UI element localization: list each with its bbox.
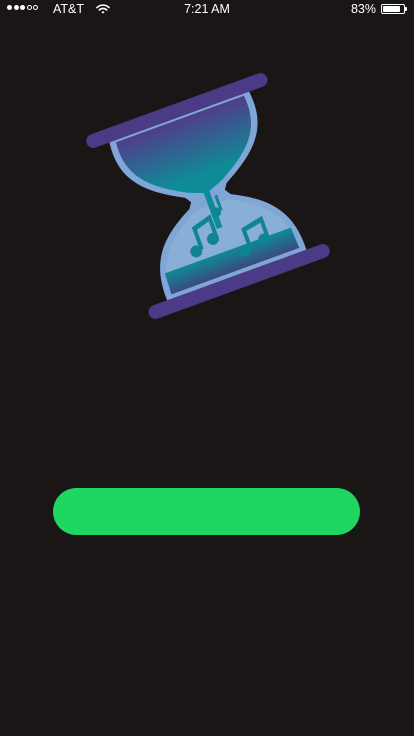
battery-icon <box>381 4 405 14</box>
battery-percentage: 83% <box>350 2 376 16</box>
hourglass-music-notes-icon <box>86 58 330 334</box>
battery-level-fill <box>383 6 400 12</box>
battery-tip <box>405 7 407 11</box>
primary-button[interactable] <box>53 488 360 535</box>
status-bar: AT&T 7:21 AM 83% <box>0 0 414 20</box>
